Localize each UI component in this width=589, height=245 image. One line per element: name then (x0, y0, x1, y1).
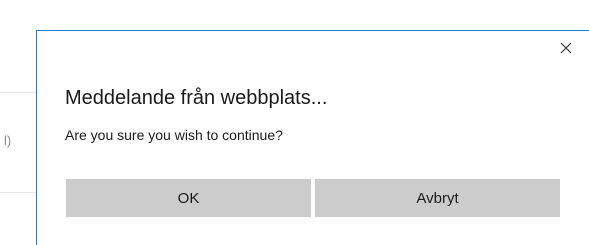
cancel-button[interactable]: Avbryt (315, 179, 560, 217)
background-divider-top (0, 92, 36, 93)
background-text-fragment: l) (4, 133, 12, 148)
close-icon (560, 42, 572, 54)
dialog-title: Meddelande från webbplats... (65, 87, 328, 109)
alert-dialog: Meddelande från webbplats... Are you sur… (36, 30, 589, 245)
dialog-message: Are you sure you wish to continue? (65, 127, 283, 143)
background-divider-bottom (0, 192, 36, 193)
ok-button[interactable]: OK (66, 179, 311, 217)
close-button[interactable] (557, 39, 575, 57)
